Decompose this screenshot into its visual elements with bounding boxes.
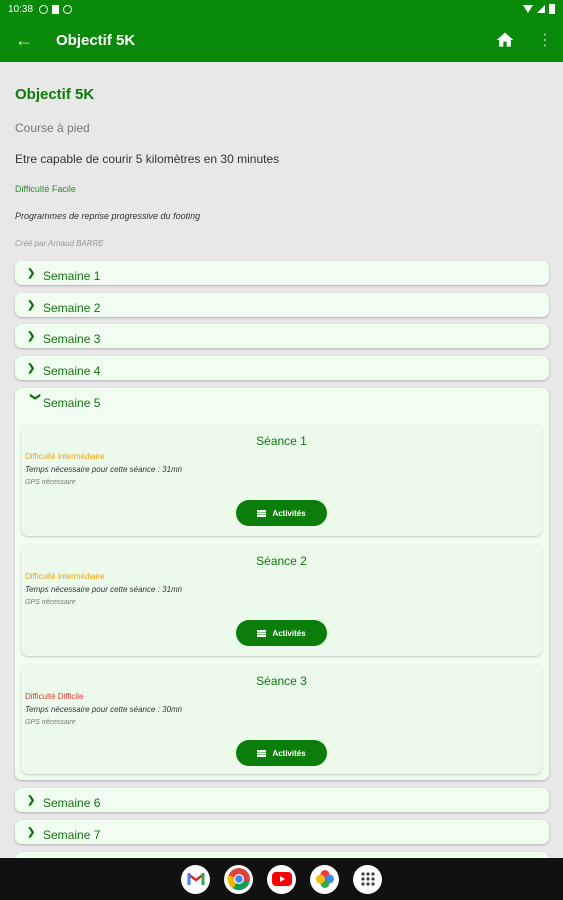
activities-label: Activités <box>272 748 306 758</box>
chevron-right-icon: ❯ <box>27 794 36 806</box>
chevron-down-icon: ❯ <box>29 392 41 401</box>
week-6[interactable]: ❯ Semaine 6 <box>15 788 549 812</box>
gmail-icon[interactable] <box>181 864 210 894</box>
session-card-1: Séance 1 Difficulté Intermédiaire Temps … <box>21 424 542 536</box>
program-sport: Course à pied <box>15 121 90 135</box>
session-card-2: Séance 2 Difficulté Intermédiaire Temps … <box>21 544 542 656</box>
week-label: Semaine 1 <box>43 269 101 283</box>
activities-label: Activités <box>272 628 306 638</box>
session-gps: GPS nécessaire <box>25 479 76 486</box>
session-time: Temps nécessaire pour cette séance : 31m… <box>25 585 183 594</box>
session-difficulty: Difficulté Intermédiaire <box>25 572 105 581</box>
home-icon[interactable] <box>495 30 515 50</box>
wifi-icon <box>523 5 533 13</box>
session-card-3: Séance 3 Difficulté Difficile Temps néce… <box>21 664 542 774</box>
week-label: Semaine 6 <box>43 796 101 810</box>
page-title: Objectif 5K <box>56 31 136 49</box>
chevron-right-icon: ❯ <box>27 267 36 279</box>
session-time: Temps nécessaire pour cette séance : 30m… <box>25 705 183 714</box>
week-label: Semaine 2 <box>43 301 101 315</box>
week-4[interactable]: ❯ Semaine 4 <box>15 356 549 380</box>
week-label: Semaine 4 <box>43 364 101 378</box>
notification-icon-2 <box>63 4 73 14</box>
program-title: Objectif 5K <box>15 86 95 103</box>
status-time: 10:38 <box>8 3 34 15</box>
arrow-back-icon[interactable]: ← <box>0 30 48 51</box>
list-icon <box>257 750 267 757</box>
session-gps: GPS nécessaire <box>25 719 76 726</box>
battery-icon <box>549 4 555 14</box>
week-5[interactable]: ❯ Semaine 5 Séance 1 Difficulté Intermédi… <box>15 388 549 780</box>
activities-button[interactable]: Activités <box>236 740 327 766</box>
youtube-icon[interactable] <box>267 864 296 894</box>
chevron-right-icon: ❯ <box>27 362 36 374</box>
session-difficulty: Difficulté Difficile <box>25 692 84 701</box>
week-label: Semaine 3 <box>43 332 101 346</box>
program-author: Créé par Arnaud BARRE <box>15 239 104 248</box>
status-bar: 10:38 <box>0 0 563 18</box>
session-gps: GPS nécessaire <box>25 599 76 606</box>
signal-icon <box>537 5 545 13</box>
week-label: Semaine 5 <box>43 396 101 410</box>
session-title: Séance 1 <box>256 434 307 448</box>
week-label: Semaine 7 <box>43 828 101 842</box>
session-title: Séance 2 <box>256 554 307 568</box>
chrome-icon[interactable] <box>224 864 253 894</box>
photos-icon[interactable] <box>310 864 339 894</box>
week-7[interactable]: ❯ Semaine 7 <box>15 820 549 844</box>
apps-grid-icon[interactable] <box>353 864 382 894</box>
more-vert-icon[interactable]: ⋮ <box>533 30 557 50</box>
chevron-right-icon: ❯ <box>27 330 36 342</box>
program-difficulty: Difficulté Facile <box>15 184 76 194</box>
activities-button[interactable]: Activités <box>236 500 327 526</box>
list-icon <box>257 510 267 517</box>
notification-icon <box>39 4 49 14</box>
session-time: Temps nécessaire pour cette séance : 31m… <box>25 465 183 474</box>
sim-icon <box>52 4 60 14</box>
program-goal: Etre capable de courir 5 kilomètres en 3… <box>15 152 280 166</box>
week-3[interactable]: ❯ Semaine 3 <box>15 324 549 348</box>
chevron-right-icon: ❯ <box>27 826 36 838</box>
chevron-right-icon: ❯ <box>27 299 36 311</box>
activities-button[interactable]: Activités <box>236 620 327 646</box>
app-dock <box>0 858 563 900</box>
session-difficulty: Difficulté Intermédiaire <box>25 452 105 461</box>
session-title: Séance 3 <box>256 674 307 688</box>
list-icon <box>257 630 267 637</box>
program-description: Programmes de reprise progressive du foo… <box>15 211 201 221</box>
app-bar: ← Objectif 5K ⋮ <box>0 18 563 62</box>
week-2[interactable]: ❯ Semaine 2 <box>15 293 549 317</box>
activities-label: Activités <box>272 508 306 518</box>
content-scroll[interactable]: Objectif 5K Course à pied Etre capable d… <box>0 62 563 858</box>
week-1[interactable]: ❯ Semaine 1 <box>15 261 549 285</box>
